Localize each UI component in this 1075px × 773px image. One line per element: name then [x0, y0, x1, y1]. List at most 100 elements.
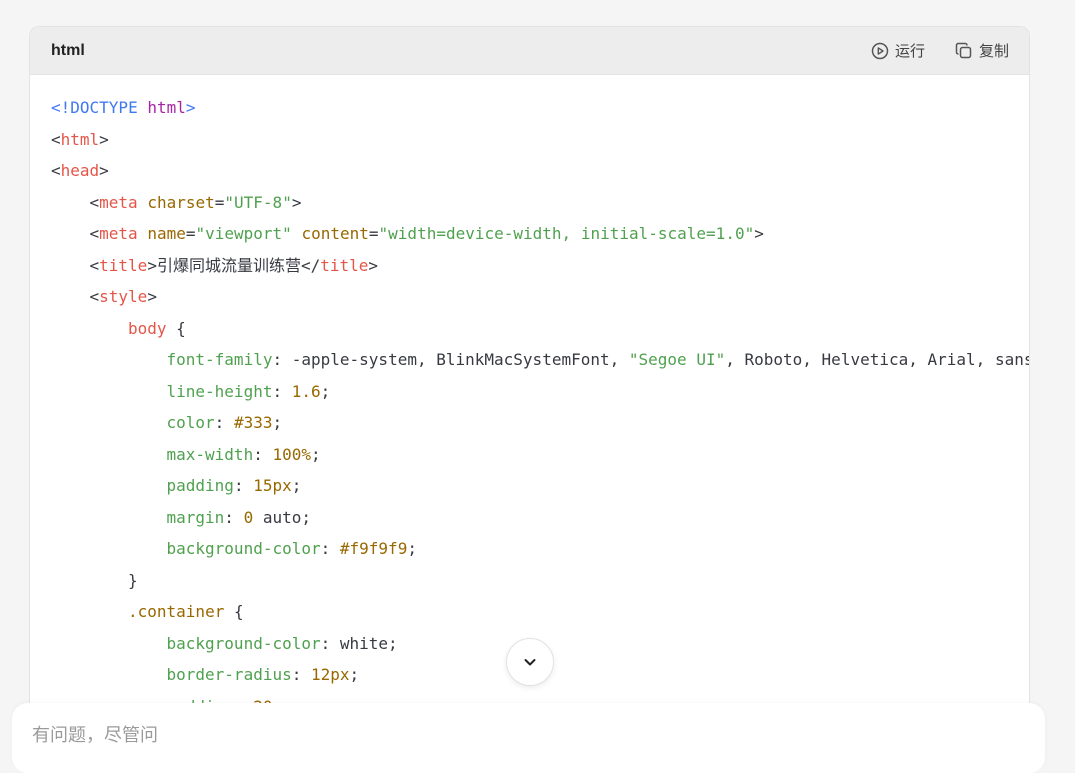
code-line: .container { [30, 596, 1029, 628]
code-token: 引爆同城流量训练营 [156, 255, 301, 275]
code-token: 12px [311, 665, 350, 684]
code-token: < [89, 192, 100, 212]
code-token: auto; [253, 507, 311, 527]
copy-icon [955, 42, 972, 58]
code-token: title [99, 255, 148, 275]
code-token: head [60, 161, 100, 180]
code-token: } [128, 570, 138, 590]
code-token: charset [147, 192, 215, 212]
code-token: ; [291, 476, 302, 495]
code-token: ; [320, 381, 331, 401]
code-token: < [89, 255, 100, 275]
code-token: ; [272, 413, 283, 432]
code-token: ; [407, 539, 417, 558]
code-token: > [185, 98, 196, 117]
code-token: : [233, 476, 254, 495]
code-token: <!DOCTYPE [51, 98, 148, 117]
code-line: color: #333; [30, 407, 1029, 439]
code-line: background-color: #f9f9f9; [30, 533, 1029, 565]
code-token: : [224, 507, 244, 527]
code-token: { [166, 318, 186, 338]
code-line: max-width: 100%; [30, 439, 1029, 471]
code-line: <style> [30, 281, 1029, 313]
code-token: < [51, 129, 61, 149]
code-token: padding [166, 476, 234, 495]
code-token: 0 [243, 507, 254, 527]
code-token: "viewport" [195, 224, 292, 243]
code-token: line-height [166, 381, 273, 401]
code-token: : [320, 539, 340, 558]
code-token: margin [166, 507, 225, 527]
code-token: : -apple-system, BlinkMacSystemFont, [272, 350, 629, 369]
code-token: > [99, 161, 109, 180]
code-token: : [291, 665, 311, 684]
code-token: "UTF-8" [224, 192, 292, 212]
code-token: : [253, 444, 273, 464]
code-language-label: html [51, 41, 85, 59]
code-line: <meta charset="UTF-8"> [30, 187, 1029, 219]
code-token: ; [311, 444, 321, 464]
code-token: style [99, 287, 148, 306]
code-token: : [214, 413, 234, 432]
code-token: , Roboto, Helvetica, Arial, sans [725, 350, 1030, 369]
chat-input[interactable] [30, 721, 934, 749]
code-line: <meta name="viewport" content="width=dev… [30, 218, 1029, 250]
copy-button[interactable]: 复制 [955, 40, 1009, 61]
code-token: background-color [166, 539, 321, 558]
code-token: color [166, 413, 215, 432]
code-token: = [214, 192, 225, 212]
code-token: : white; [320, 633, 398, 653]
code-token: content [301, 224, 369, 243]
code-actions: 运行 复制 [871, 40, 1009, 61]
code-token: : [272, 381, 292, 401]
code-token: > [368, 255, 379, 275]
code-token: 100% [272, 444, 311, 464]
code-token: meta [99, 224, 138, 243]
code-token: < [89, 224, 100, 243]
code-token: border-radius [166, 665, 292, 684]
code-token: body [128, 318, 167, 338]
code-line: <head> [30, 155, 1029, 187]
code-line: <html> [30, 124, 1029, 156]
code-token: meta [99, 192, 138, 212]
code-token: > [291, 192, 302, 212]
code-line: margin: 0 auto; [30, 502, 1029, 534]
code-token: title [320, 255, 369, 275]
code-token: html [60, 129, 100, 149]
code-line: line-height: 1.6; [30, 376, 1029, 408]
code-line: body { [30, 313, 1029, 345]
code-line: } [30, 565, 1029, 597]
chevron-down-icon [524, 659, 536, 666]
code-token: 15px [253, 476, 292, 495]
play-circle-icon [871, 42, 889, 59]
code-block: html 运行 复制 <!DOCTYPE html> <html> <head> <m… [29, 26, 1030, 728]
code-token: max-width [166, 444, 254, 464]
code-token: > [147, 255, 157, 275]
code-token: > [147, 287, 157, 306]
code-line: font-family: -apple-system, BlinkMacSyst… [30, 344, 1030, 376]
code-token: font-family [166, 350, 273, 369]
code-token: < [51, 161, 61, 180]
code-line: padding: 15px; [30, 470, 1029, 502]
chat-input-container [12, 703, 1045, 773]
code-token: 1.6 [291, 381, 321, 401]
run-button-label: 运行 [894, 43, 925, 60]
code-token: < [89, 287, 100, 306]
code-token: #f9f9f9 [339, 539, 408, 558]
code-block-header: html 运行 复制 [30, 27, 1029, 75]
scroll-down-button[interactable] [506, 638, 554, 686]
code-token: > [754, 224, 764, 243]
code-token: .container [128, 602, 225, 621]
code-token: ; [349, 665, 360, 684]
code-token: "width=device-width, initial-scale=1.0" [378, 224, 755, 243]
code-token: = [368, 224, 379, 243]
code-token: name [147, 224, 186, 243]
run-button[interactable]: 运行 [871, 40, 925, 61]
code-content: <!DOCTYPE html> <html> <head> <meta charset… [30, 75, 1029, 722]
code-token: "Segoe UI" [628, 350, 726, 369]
code-token: html [147, 98, 186, 117]
code-token: </ [300, 255, 321, 275]
code-token: background-color [166, 633, 321, 653]
